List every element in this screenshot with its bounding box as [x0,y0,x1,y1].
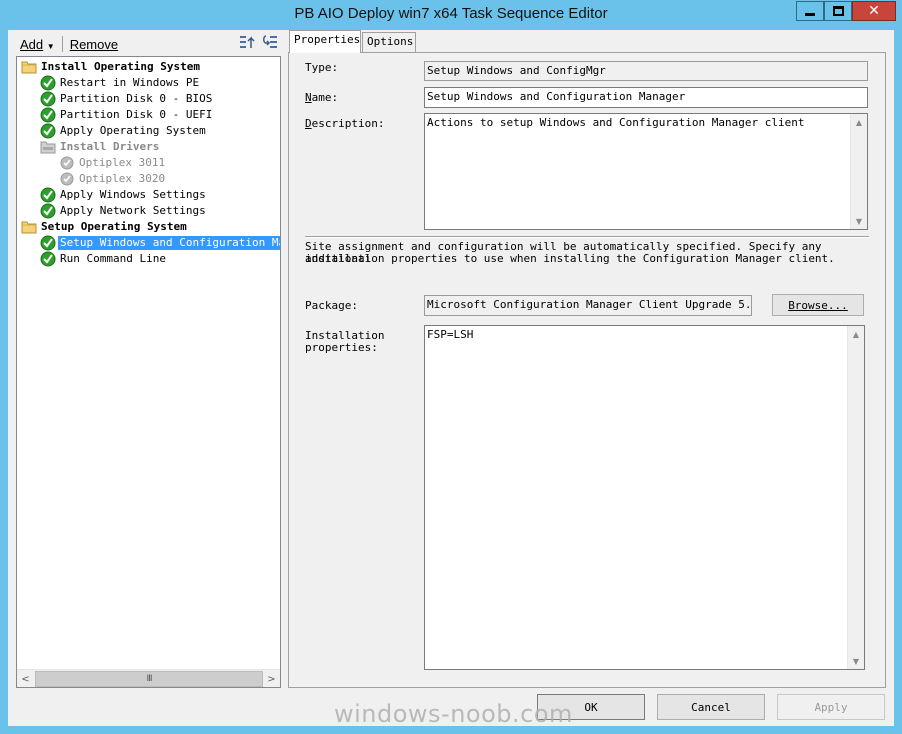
installation-properties-label-2: properties: [305,341,378,354]
tree-node[interactable]: Apply Network Settings [40,203,208,219]
tree-node[interactable]: Partition Disk 0 - UEFI [40,107,214,123]
toolbar-icons [238,34,280,50]
tree-node[interactable]: Partition Disk 0 - BIOS [40,91,214,107]
task-sequence-tree[interactable]: Install Operating System Restart in Windo… [16,56,281,688]
description-textarea[interactable]: Actions to setup Windows and Configurati… [424,113,868,230]
tree-node-label: Partition Disk 0 - BIOS [60,92,213,105]
package-label: Package: [305,299,358,312]
scroll-up-icon[interactable]: ▲ [848,326,864,342]
cancel-button[interactable]: Cancel [657,694,765,720]
check-icon [40,235,56,251]
tree-view: Install Operating System Restart in Windo… [17,57,280,669]
installation-properties-text: FSP=LSH [427,328,474,341]
disabled-check-icon [59,155,75,171]
apply-button[interactable]: Apply [777,694,885,720]
name-label-accel: N [305,91,312,104]
name-label: Name: [305,91,338,104]
scroll-left-button[interactable]: < [17,671,34,687]
tree-node-label: Setup Windows and Configuration Manager [58,236,280,250]
tree-node-label: Apply Windows Settings [60,188,206,201]
remove-label: Remove [69,36,119,52]
folder-icon [21,219,37,235]
check-icon [40,107,56,123]
check-icon [40,91,56,107]
check-icon [40,251,56,267]
tree-node-label: Install Operating System [41,60,200,73]
close-button[interactable]: ✕ [852,1,896,21]
title-bar[interactable]: PB AIO Deploy win7 x64 Task Sequence Edi… [0,0,902,30]
tree-node-label: Restart in Windows PE [60,76,200,89]
tree-node-label: Setup Operating System [41,220,187,233]
tree-node-label: Optiplex 3020 [79,172,166,185]
watermark: windows-noob.com [334,700,573,728]
tree-node[interactable]: Setup Operating System [21,219,189,235]
maximize-button[interactable] [824,1,852,21]
tab-options[interactable]: Options [362,32,416,52]
type-label: Type: [305,61,339,74]
properties-panel: Type: Setup Windows and ConfigMgr Name: … [288,52,886,688]
window-title: PB AIO Deploy win7 x64 Task Sequence Edi… [294,5,608,22]
name-label-rest: ame: [311,91,339,104]
toolbar-separator [61,36,63,52]
scroll-right-button[interactable]: > [263,671,280,687]
browse-button[interactable]: Browse... [772,294,864,316]
description-scrollbar[interactable]: ▲ ▼ [850,114,867,229]
check-icon [40,123,56,139]
remove-button[interactable]: Remove [66,37,122,52]
installation-properties-scrollbar[interactable]: ▲ ▼ [847,326,864,669]
tree-node[interactable]: Optiplex 3020 [59,171,167,187]
close-icon: ✕ [868,3,880,19]
description-label: Description: [305,117,384,130]
minimize-icon [805,12,815,16]
name-input[interactable]: Setup Windows and Configuration Manager [424,87,868,108]
tree-node[interactable]: Restart in Windows PE [40,75,201,91]
description-label-accel: D [305,117,312,130]
minimize-button[interactable] [796,1,824,21]
tree-node[interactable]: Optiplex 3011 [59,155,167,171]
scroll-thumb[interactable]: III [35,671,263,687]
tree-node[interactable]: Apply Operating System [40,123,208,139]
toolbar: Add ▼ Remove [16,33,122,55]
editor-client-area: Add ▼ Remove Install Operating System Res… [8,30,894,726]
disabled-folder-icon [40,139,56,155]
tree-node[interactable]: Apply Windows Settings [40,187,208,203]
add-label: Add [20,36,44,52]
check-icon [40,187,56,203]
move-down-icon[interactable] [262,34,280,50]
tree-node-label: Apply Operating System [60,124,206,137]
disabled-check-icon [59,171,75,187]
tree-node-label: Run Command Line [60,252,166,265]
info-line-2: installation properties to use when inst… [305,252,835,265]
description-text: Actions to setup Windows and Configurati… [427,116,805,129]
maximize-icon [832,6,844,16]
tab-properties[interactable]: Properties [289,30,361,53]
horizontal-scrollbar[interactable]: < III > [17,669,280,687]
scroll-down-icon[interactable]: ▼ [851,213,867,229]
tree-node-label: Optiplex 3011 [79,156,166,169]
description-label-rest: escription: [311,117,385,130]
package-field: Microsoft Configuration Manager Client U… [424,295,752,316]
browse-label: Browse... [788,298,848,312]
check-icon [40,75,56,91]
move-up-icon[interactable] [238,34,256,50]
dropdown-arrow-icon: ▼ [46,41,55,51]
tree-node-label: Partition Disk 0 - UEFI [60,108,213,121]
tree-node[interactable]: Install Operating System [21,59,202,75]
add-menu-button[interactable]: Add ▼ [16,37,59,52]
tree-node[interactable]: Install Drivers [40,139,161,155]
scroll-down-icon[interactable]: ▼ [848,653,864,669]
installation-properties-textarea[interactable]: FSP=LSH ▲ ▼ [424,325,865,670]
tree-node[interactable]: Setup Windows and Configuration Manager [40,235,280,251]
scroll-up-icon[interactable]: ▲ [851,114,867,130]
folder-icon [21,59,37,75]
type-field: Setup Windows and ConfigMgr [424,61,868,81]
check-icon [40,203,56,219]
tree-node-label: Apply Network Settings [60,204,206,217]
section-divider [305,236,869,238]
tree-node[interactable]: Run Command Line [40,251,168,267]
tree-node-label: Install Drivers [60,140,160,153]
